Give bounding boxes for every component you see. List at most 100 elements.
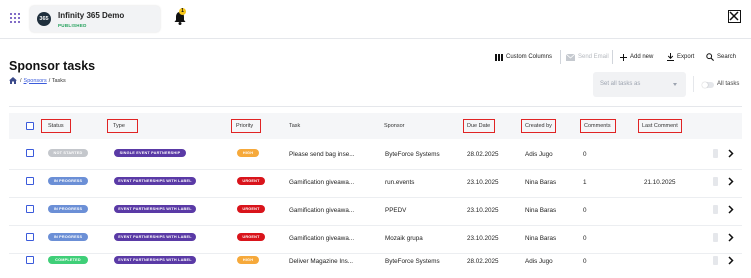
breadcrumb-separator: / [20,77,22,84]
plus-icon [620,53,627,61]
due-date-cell: 23.10.2025 [467,207,499,214]
task-cell: Deliver Magazine Ins... [289,258,354,265]
row-checkbox[interactable] [26,149,34,157]
table-row[interactable]: IN PROGRESS EVENT PARTNERSHIPS WITH LABE… [9,167,742,198]
sponsor-cell: ByteForce Systems [385,258,440,265]
created-by-cell: Nina Baras [525,207,557,214]
app-switcher[interactable]: 365 Infinity 365 Demo PUBLISHED [30,6,160,32]
column-header-sponsor[interactable]: Sponsor [384,123,405,129]
top-bar: 365 Infinity 365 Demo PUBLISHED 1 [0,0,751,38]
search-label: Search [717,54,737,60]
type-badge: EVENT PARTNERSHIPS WITH LABEL [114,233,196,241]
select-placeholder: Set all tasks as [600,81,641,87]
breadcrumb: / Sponsors / Tasks [9,77,66,84]
app-status-badge: PUBLISHED [58,23,87,28]
send-email-button[interactable]: Send Email [566,50,609,64]
export-label: Export [677,54,695,60]
created-by-cell: Nina Baras [525,235,557,242]
column-header-created-by[interactable]: Created by [525,123,552,129]
row-menu-handle[interactable] [713,149,718,158]
column-header-status[interactable]: Status [48,123,64,129]
comments-cell: 0 [583,151,587,158]
status-badge: COMPLETED [48,256,88,264]
columns-icon [495,53,503,61]
breadcrumb-sponsors-link[interactable]: Sponsors [24,78,47,84]
comments-cell: 1 [583,179,587,186]
row-checkbox[interactable] [26,256,34,264]
column-header-task[interactable]: Task [289,123,300,129]
status-badge: IN PROGRESS [48,233,88,241]
filter-divider [693,76,694,92]
due-date-cell: 28.02.2025 [467,258,499,265]
column-header-due-date[interactable]: Due Date [467,123,490,129]
send-email-label: Send Email [578,54,609,60]
sponsor-cell: ByteForce Systems [385,151,440,158]
status-badge: IN PROGRESS [48,177,88,185]
select-all-checkbox[interactable] [26,122,34,130]
table-row[interactable]: NOT STARTED SINGLE EVENT PARTNERSHIP HIG… [9,139,742,170]
row-checkbox[interactable] [26,233,34,241]
last-comment-cell: 21.10.2025 [644,179,676,186]
comments-cell: 0 [583,258,587,265]
add-new-label: Add new [630,54,654,60]
row-checkbox[interactable] [26,205,34,213]
chevron-right-icon[interactable] [728,256,734,265]
notification-count-badge: 1 [179,8,186,15]
type-badge: EVENT PARTNERSHIPS WITH LABEL [114,177,196,185]
type-badge: SINGLE EVENT PARTNERSHIP [114,149,186,157]
add-new-button[interactable]: Add new [620,50,653,64]
comments-cell: 0 [583,235,587,242]
task-cell: Gamification giveawa... [289,207,355,214]
close-button[interactable] [728,10,741,23]
row-menu-handle[interactable] [713,177,718,186]
created-by-cell: Adis Jugo [525,151,553,158]
table-row[interactable]: COMPLETED EVENT PARTNERSHIPS WITH LABEL … [9,246,742,277]
type-badge: EVENT PARTNERSHIPS WITH LABEL [114,256,196,264]
toolbar-divider [612,50,613,64]
chevron-right-icon[interactable] [728,233,734,242]
all-tasks-toggle[interactable] [702,82,714,88]
all-tasks-label: All tasks [717,81,740,87]
column-header-type[interactable]: Type [113,123,125,129]
priority-badge: HIGH [237,256,259,264]
sponsor-cell: PPEDV [385,207,407,214]
chevron-right-icon[interactable] [728,177,734,186]
search-button[interactable]: Search [706,50,736,64]
due-date-cell: 23.10.2025 [467,179,499,186]
app-logo: 365 [37,12,51,26]
due-date-cell: 28.02.2025 [467,151,499,158]
row-menu-handle[interactable] [713,233,718,242]
comments-cell: 0 [583,207,587,214]
custom-columns-button[interactable]: Custom Columns [495,50,552,64]
toolbar-divider [560,50,561,64]
app-launcher-icon[interactable] [10,13,20,23]
toggle-knob [702,82,708,88]
email-icon [566,53,575,61]
row-checkbox[interactable] [26,177,34,185]
table-row[interactable]: IN PROGRESS EVENT PARTNERSHIPS WITH LABE… [9,195,742,226]
export-button[interactable]: Export [667,50,694,64]
column-header-last-comment[interactable]: Last Comment [642,123,678,129]
app-name: Infinity 365 Demo [58,11,125,20]
chevron-right-icon[interactable] [728,205,734,214]
search-icon [706,53,714,61]
breadcrumb-current: / Tasks [48,77,66,84]
chevron-down-icon [673,83,677,86]
created-by-cell: Nina Baras [525,179,557,186]
priority-badge: HIGH [237,149,259,157]
top-divider [0,38,751,39]
row-menu-handle[interactable] [713,205,718,214]
task-cell: Gamification giveawa... [289,179,355,186]
column-header-priority[interactable]: Priority [236,123,253,129]
status-badge: IN PROGRESS [48,205,88,213]
column-header-comments[interactable]: Comments [584,123,611,129]
due-date-cell: 23.10.2025 [467,235,499,242]
type-badge: EVENT PARTNERSHIPS WITH LABEL [114,205,196,213]
row-menu-handle[interactable] [713,256,718,265]
home-icon[interactable] [9,77,17,84]
created-by-cell: Adis Jugo [525,258,553,265]
chevron-right-icon[interactable] [728,149,734,158]
status-badge: NOT STARTED [48,149,88,157]
priority-badge: URGENT [237,233,265,241]
set-all-tasks-select[interactable]: Set all tasks as [593,72,686,97]
